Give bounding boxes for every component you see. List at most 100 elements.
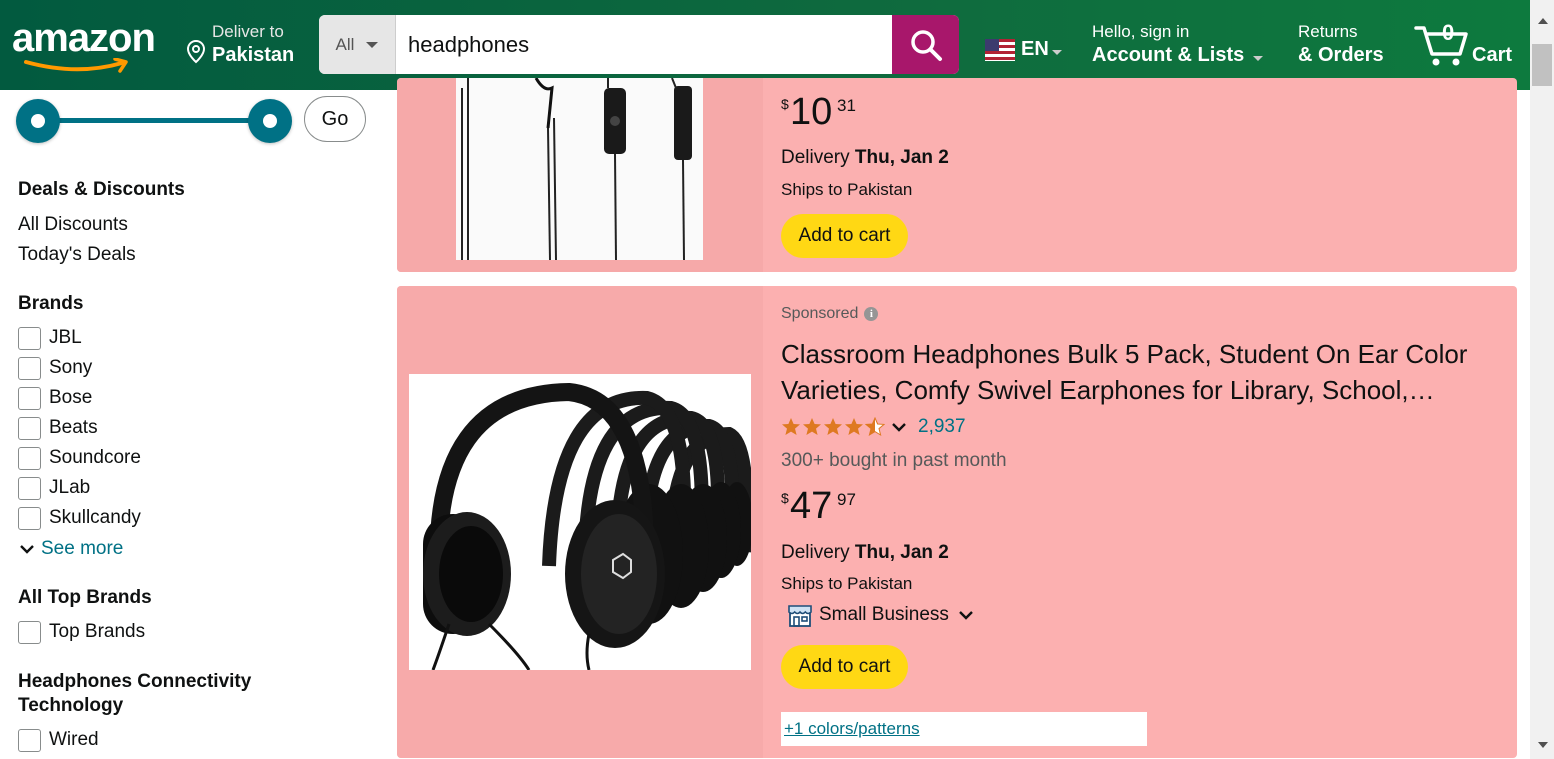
price-whole: 47 — [790, 485, 833, 527]
account-lists-row: Account & Lists — [1092, 44, 1263, 67]
brand-label: Bose — [49, 387, 93, 408]
scroll-thumb[interactable] — [1532, 44, 1552, 86]
todays-deals-link[interactable]: Today's Deals — [18, 244, 136, 266]
brand-filter-jbl[interactable]: JBL — [18, 325, 82, 351]
amazon-logo[interactable]: amazon — [12, 18, 162, 76]
cart-button[interactable]: 0 Cart — [1414, 18, 1524, 70]
price-min-handle[interactable] — [16, 99, 60, 143]
brand-filter-sony[interactable]: Sony — [18, 355, 92, 381]
star-half-icon — [865, 417, 885, 437]
price-fraction: 97 — [837, 490, 856, 509]
checkbox[interactable] — [18, 356, 41, 380]
delivery-date: Thu, Jan 2 — [854, 147, 949, 168]
search-category-dropdown[interactable]: All — [319, 15, 396, 74]
brands-heading: Brands — [18, 293, 84, 314]
search-button[interactable] — [892, 15, 959, 74]
connectivity-filter-wired[interactable]: Wired — [18, 727, 99, 753]
search-result-card: $ 10 31 Delivery Thu, Jan 2 Ships to Pak… — [397, 78, 1517, 272]
add-to-cart-button[interactable]: Add to cart — [781, 214, 908, 258]
brands-see-more-link[interactable]: See more — [18, 538, 123, 560]
search-result-card: Sponsored i Classroom Headphones Bulk 5 … — [397, 286, 1517, 758]
checkbox[interactable] — [18, 476, 41, 500]
price-symbol: $ — [781, 490, 789, 506]
delivery-date: Thu, Jan 2 — [854, 542, 949, 563]
sponsored-text: Sponsored — [781, 305, 859, 322]
checkbox[interactable] — [18, 386, 41, 410]
brand-label: Sony — [49, 357, 93, 378]
brand-filter-skullcandy[interactable]: Skullcandy — [18, 505, 141, 531]
search-icon — [910, 29, 942, 61]
chevron-down-icon[interactable] — [890, 421, 908, 433]
filter-label: Wired — [49, 729, 99, 750]
deliver-location: Pakistan — [212, 44, 295, 66]
product-image-earphones[interactable] — [456, 78, 703, 261]
small-business-label: Small Business — [819, 604, 949, 625]
brand-filter-bose[interactable]: Bose — [18, 385, 92, 411]
price-symbol: $ — [781, 96, 789, 112]
scroll-up-arrow-icon[interactable] — [1538, 18, 1548, 24]
star-full-icon — [782, 418, 800, 435]
bought-in-past-month: 300+ bought in past month — [781, 450, 1007, 471]
chevron-down-icon — [959, 611, 973, 620]
language-label: EN — [1021, 38, 1049, 60]
product-image-pane — [397, 78, 763, 272]
more-colors-link[interactable]: +1 colors/patterns — [784, 719, 920, 739]
checkbox[interactable] — [18, 728, 41, 752]
price-whole: 10 — [790, 91, 833, 133]
ships-to-text: Ships to Pakistan — [781, 574, 913, 593]
chevron-down-icon — [1051, 50, 1062, 55]
color-options: +1 colors/patterns — [781, 712, 1147, 746]
checkbox[interactable] — [18, 506, 41, 530]
search-input[interactable] — [396, 15, 892, 74]
us-flag-icon — [985, 38, 1015, 61]
scroll-down-arrow-icon[interactable] — [1538, 742, 1548, 748]
page-scrollbar[interactable] — [1530, 0, 1554, 759]
connectivity-heading: Headphones Connectivity Technology — [18, 670, 251, 718]
cart-label: Cart — [1472, 44, 1513, 66]
sponsored-label[interactable]: Sponsored i — [781, 305, 879, 323]
top-brands-heading: All Top Brands — [18, 587, 152, 608]
brand-filter-beats[interactable]: Beats — [18, 415, 98, 441]
star-full-icon — [803, 418, 821, 435]
brand-label: JBL — [49, 327, 82, 348]
price-go-button[interactable]: Go — [304, 96, 366, 142]
search-bar: All — [319, 15, 959, 74]
price-range-slider — [16, 98, 296, 144]
all-discounts-link[interactable]: All Discounts — [18, 214, 128, 236]
checkbox[interactable] — [18, 416, 41, 440]
language-selector[interactable]: EN — [985, 38, 1062, 61]
info-icon[interactable]: i — [864, 307, 879, 321]
rating-count-link[interactable]: 2,937 — [918, 416, 966, 438]
add-to-cart-button[interactable]: Add to cart — [781, 645, 908, 689]
product-image-headphones[interactable] — [409, 374, 754, 671]
returns-label: Returns — [1298, 22, 1358, 41]
search-category-label: All — [335, 34, 355, 54]
price-slider-track — [38, 118, 270, 123]
account-lists-label: Account & Lists — [1092, 44, 1245, 66]
location-pin-icon — [186, 40, 206, 64]
brand-label: JLab — [49, 477, 91, 498]
product-image-pane — [397, 286, 763, 758]
checkbox[interactable] — [18, 326, 41, 350]
top-brands-filter[interactable]: Top Brands — [18, 619, 145, 645]
price-fraction: 31 — [837, 96, 856, 115]
checkbox[interactable] — [18, 446, 41, 470]
checkbox[interactable] — [18, 620, 41, 644]
returns-orders-link[interactable]: Returns & Orders — [1298, 22, 1384, 67]
dropdown-caret-icon — [366, 41, 379, 48]
brand-filter-jlab[interactable]: JLab — [18, 475, 90, 501]
connectivity-heading-line1: Headphones Connectivity — [18, 671, 252, 692]
star-full-icon — [824, 418, 842, 435]
brand-filter-soundcore[interactable]: Soundcore — [18, 445, 141, 471]
connectivity-heading-line2: Technology — [18, 695, 124, 716]
delivery-info: Delivery Thu, Jan 2 — [781, 147, 949, 169]
product-rating[interactable]: 2,937 — [781, 416, 966, 438]
product-title-link[interactable]: Classroom Headphones Bulk 5 Pack, Studen… — [781, 336, 1501, 408]
deals-heading: Deals & Discounts — [18, 179, 185, 200]
small-business-badge[interactable]: Small Business — [787, 602, 975, 628]
earphones-image — [456, 78, 703, 261]
filter-label: Top Brands — [49, 621, 146, 642]
price-max-handle[interactable] — [248, 99, 292, 143]
account-menu[interactable]: Hello, sign in Account & Lists — [1092, 22, 1263, 67]
filters-sidebar: Go Deals & Discounts All Discounts Today… — [0, 90, 390, 759]
